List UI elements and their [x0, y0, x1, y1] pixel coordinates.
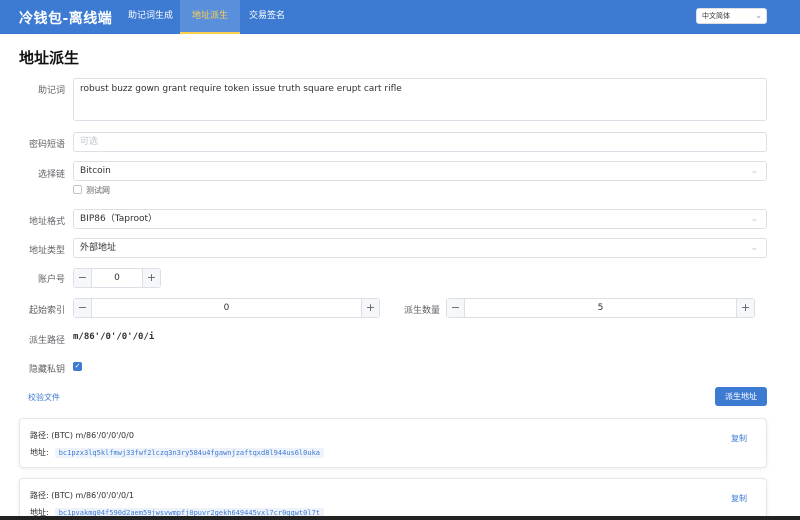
verify-file-link[interactable]: 校验文件: [28, 392, 60, 403]
copy-button[interactable]: 复制: [731, 433, 747, 444]
app-title: 冷钱包-离线端: [19, 11, 113, 27]
tab-address-derivation[interactable]: 地址派生: [180, 0, 241, 34]
window-bottom-edge: [0, 516, 800, 520]
result-path-row: 路径: (BTC) m/86'/0'/0'/0/0: [30, 430, 134, 441]
minus-icon[interactable]: −: [74, 299, 92, 317]
start-index-label: 起始索引: [28, 306, 65, 316]
result-card: 路径: (BTC) m/86'/0'/0'/0/1 地址: bc1pvakmg04…: [19, 478, 767, 520]
check-icon: ✓: [74, 362, 81, 370]
page-title: 地址派生: [19, 49, 80, 67]
chevron-down-icon: ⌄: [750, 214, 758, 224]
start-index-value[interactable]: 0: [92, 299, 361, 317]
derive-address-button[interactable]: 派生地址: [715, 387, 767, 406]
address-type-label: 地址类型: [28, 246, 65, 256]
account-stepper[interactable]: − 0 +: [73, 268, 161, 288]
plus-icon[interactable]: +: [736, 299, 754, 317]
testnet-checkbox[interactable]: [73, 185, 82, 194]
language-select[interactable]: 中文简体 ⌄: [696, 8, 767, 24]
path-label: 派生路径: [28, 336, 65, 346]
minus-icon[interactable]: −: [74, 269, 92, 287]
format-select[interactable]: BIP86（Taproot） ⌄: [73, 209, 767, 229]
tab-mnemonic-generation[interactable]: 助记词生成: [116, 0, 185, 34]
chevron-down-icon: ⌄: [755, 11, 762, 20]
passphrase-label: 密码短语: [28, 140, 65, 150]
result-path: (BTC) m/86'/0'/0'/0/0: [51, 431, 134, 440]
language-value: 中文简体: [702, 12, 730, 20]
start-index-stepper[interactable]: − 0 +: [73, 298, 380, 318]
mnemonic-label: 助记词: [37, 86, 65, 96]
result-address[interactable]: bc1pzx3lq5klfmwj33fwf2lczq3n3ry584u4fgaw…: [54, 448, 324, 458]
count-stepper[interactable]: − 5 +: [446, 298, 755, 318]
minus-icon[interactable]: −: [447, 299, 465, 317]
account-value[interactable]: 0: [92, 269, 142, 287]
path-value: m/86'/0'/0'/0/i: [73, 332, 155, 342]
count-value[interactable]: 5: [465, 299, 736, 317]
result-path-row: 路径: (BTC) m/86'/0'/0'/0/1: [30, 490, 134, 501]
top-navbar: 冷钱包-离线端 助记词生成 地址派生 交易签名 中文简体 ⌄: [0, 0, 800, 34]
path-prefix: 路径:: [30, 491, 49, 500]
mnemonic-textarea[interactable]: robust buzz gown grant require token iss…: [73, 78, 767, 121]
chain-value: Bitcoin: [80, 166, 111, 176]
address-type-value: 外部地址: [80, 243, 117, 253]
testnet-label: 测试网: [86, 186, 110, 195]
path-prefix: 路径:: [30, 431, 49, 440]
hide-private-checkbox[interactable]: ✓: [73, 362, 82, 371]
tab-transaction-signing[interactable]: 交易签名: [237, 0, 297, 34]
result-path: (BTC) m/86'/0'/0'/0/1: [51, 491, 134, 500]
hide-private-label: 隐藏私钥: [28, 365, 65, 375]
copy-button[interactable]: 复制: [731, 493, 747, 504]
account-label: 账户号: [37, 275, 65, 285]
passphrase-input[interactable]: 可选: [73, 132, 767, 152]
result-address-row: 地址: bc1pzx3lq5klfmwj33fwf2lczq3n3ry584u4f…: [30, 447, 324, 458]
format-label: 地址格式: [28, 217, 65, 227]
chevron-down-icon: ⌄: [750, 166, 758, 176]
address-prefix: 地址:: [30, 448, 49, 457]
chain-select[interactable]: Bitcoin ⌄: [73, 161, 767, 181]
result-card: 路径: (BTC) m/86'/0'/0'/0/0 地址: bc1pzx3lq5k…: [19, 418, 767, 468]
count-label: 派生数量: [403, 306, 440, 316]
chevron-down-icon: ⌄: [750, 243, 758, 253]
address-type-select[interactable]: 外部地址 ⌄: [73, 238, 767, 258]
format-value: BIP86（Taproot）: [80, 214, 157, 224]
main-content: 地址派生 助记词 robust buzz gown grant require …: [0, 34, 800, 520]
plus-icon[interactable]: +: [142, 269, 160, 287]
chain-label: 选择链: [37, 170, 65, 180]
plus-icon[interactable]: +: [361, 299, 379, 317]
